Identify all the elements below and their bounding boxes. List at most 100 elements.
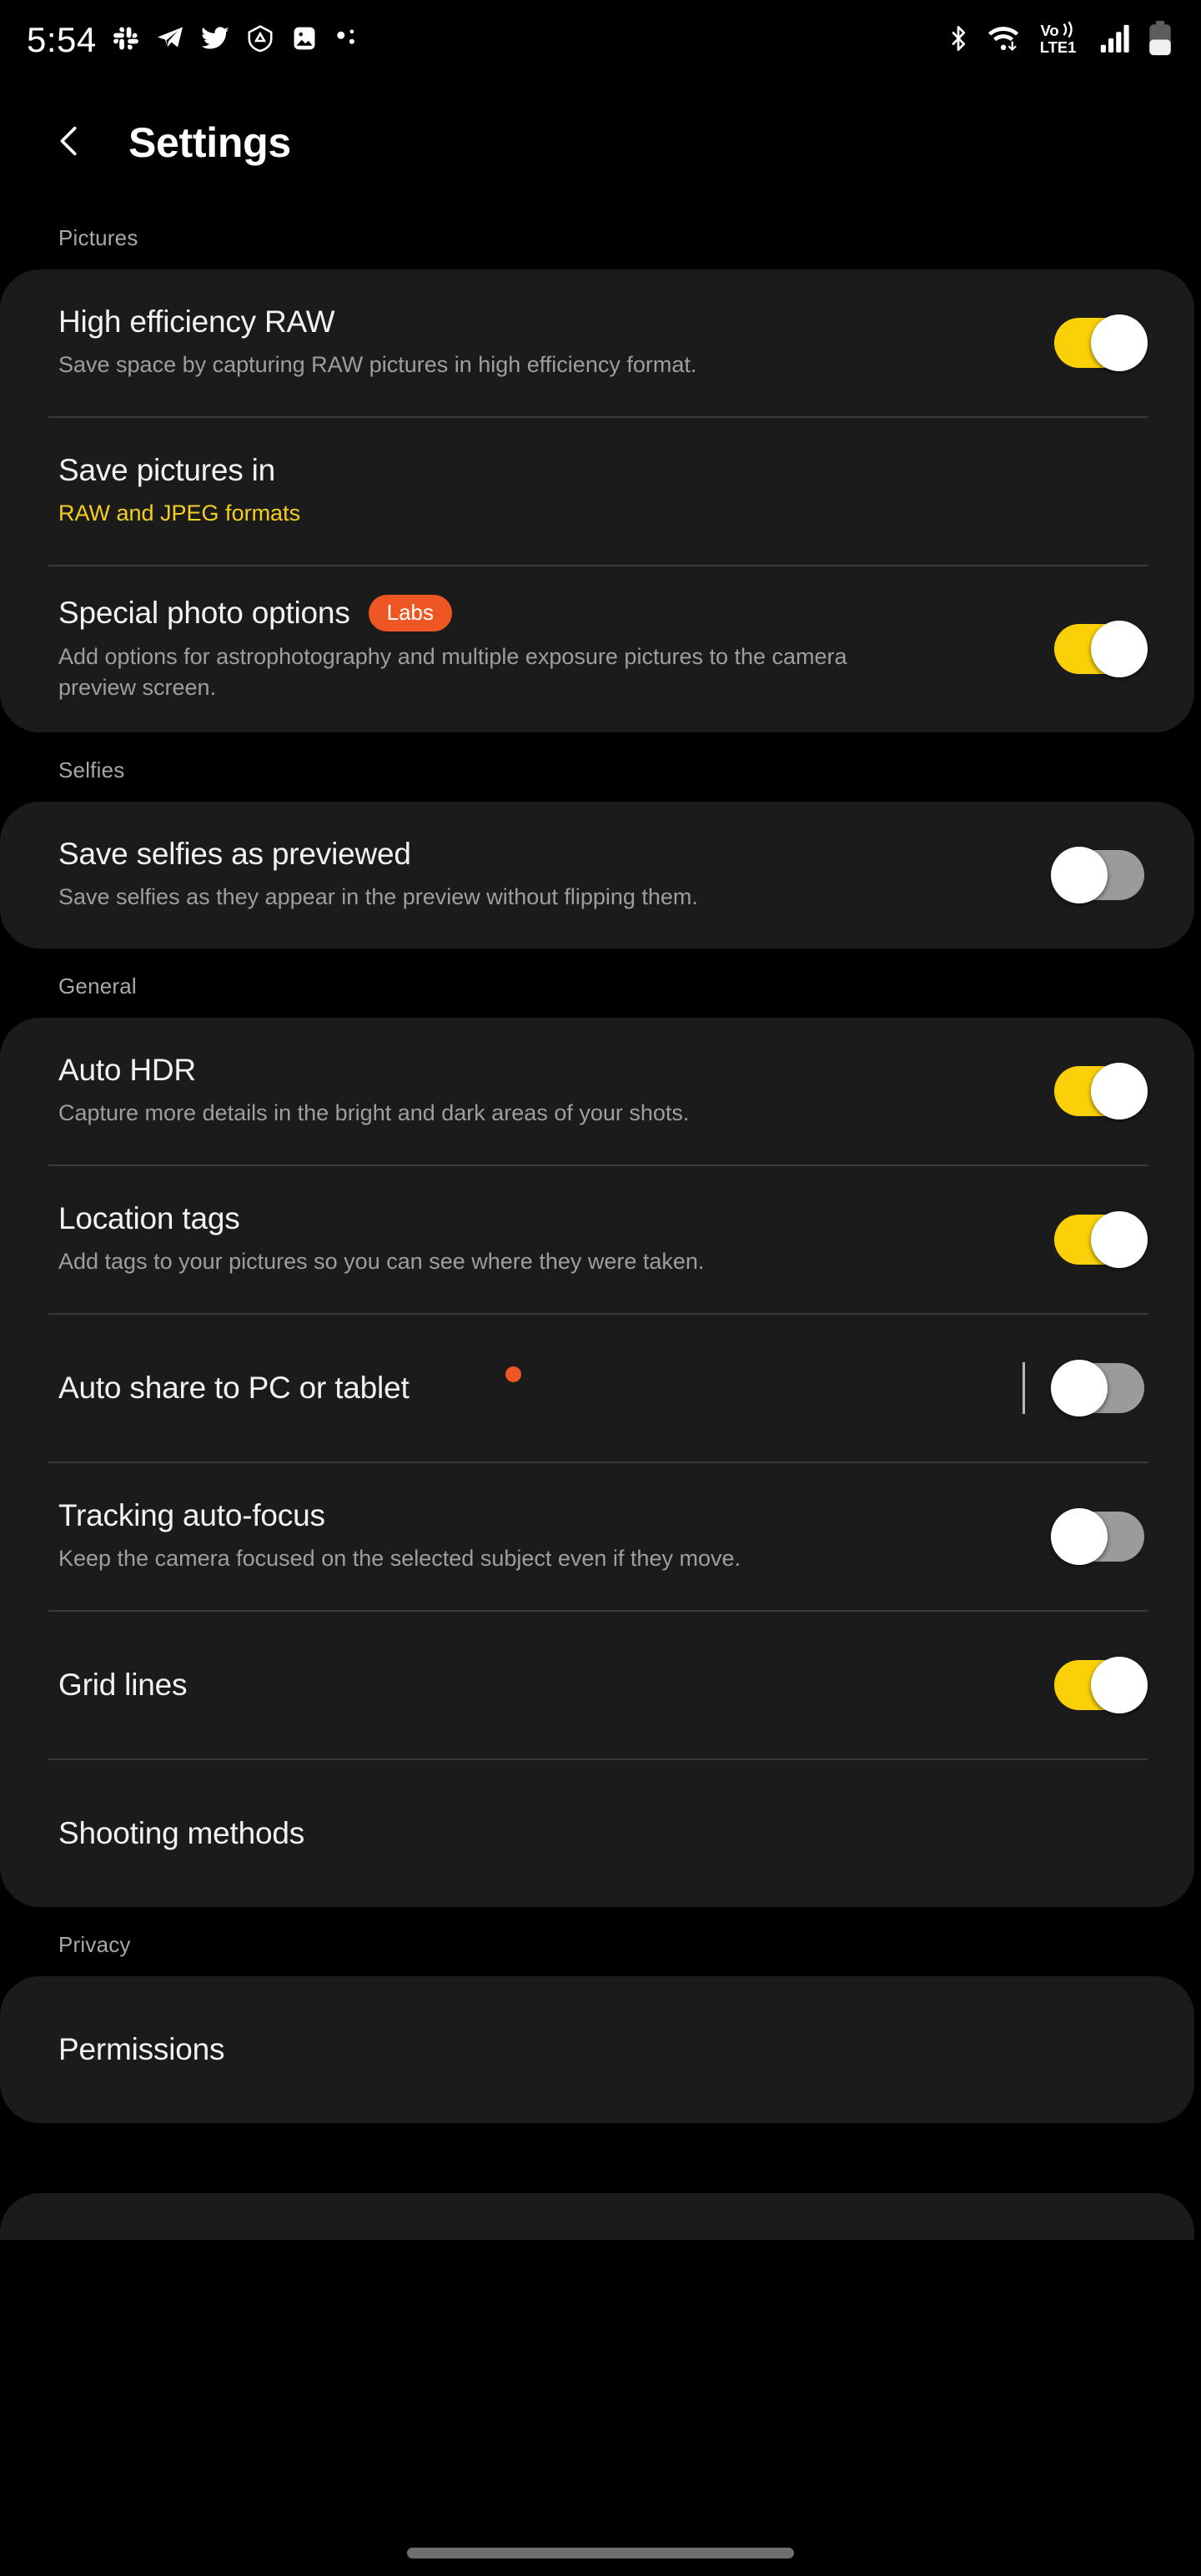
row-title: Location tags — [58, 1200, 240, 1235]
toggle-knob — [1091, 621, 1148, 678]
settings-card-privacy: Permissions — [0, 1975, 1194, 2123]
status-bar-left: 5:54 — [27, 23, 359, 58]
row-text: Location tags Add tags to your pictures … — [58, 1173, 1054, 1306]
row-title-line: Permissions — [58, 2032, 1144, 2067]
row-title: Grid lines — [58, 1667, 188, 1702]
row-subtitle: Capture more details in the bright and d… — [58, 1099, 690, 1125]
toggle-auto-hdr[interactable] — [1054, 1062, 1148, 1119]
row-title-line: Special photo options Labs — [58, 595, 1054, 631]
page-title: Settings — [128, 119, 291, 166]
row-title: Shooting methods — [58, 1815, 305, 1850]
row-title-line: Auto HDR — [58, 1053, 1054, 1088]
row-title: Permissions — [58, 2031, 225, 2066]
row-shooting-methods[interactable]: Shooting methods — [0, 1760, 1194, 1907]
section-privacy: Privacy Permissions — [0, 1912, 1201, 2123]
row-text: Save selfies as previewed Save selfies a… — [58, 808, 1054, 941]
section-label-selfies: Selfies — [58, 757, 125, 782]
row-text: High efficiency RAW Save space by captur… — [58, 276, 1054, 409]
navigation-gesture-area — [0, 2529, 1201, 2576]
app-header: Settings — [0, 80, 1201, 205]
back-button[interactable] — [47, 120, 92, 165]
row-grid-lines[interactable]: Grid lines — [0, 1612, 1194, 1758]
row-auto-hdr[interactable]: Auto HDR Capture more details in the bri… — [0, 1018, 1194, 1165]
row-text: Auto HDR Capture more details in the bri… — [58, 1024, 1054, 1157]
bluetooth-icon — [944, 23, 972, 58]
toggle-high-efficiency-raw[interactable] — [1054, 314, 1148, 371]
toggle-knob — [1091, 1062, 1148, 1119]
row-title-line: Grid lines — [58, 1668, 1054, 1703]
settings-card-next-peek — [0, 2192, 1194, 2240]
status-bar-right: Vo LTE1 — [944, 20, 1173, 60]
gesture-handle[interactable] — [407, 2547, 794, 2558]
gallery-icon — [290, 24, 319, 57]
toggle-knob — [1051, 1359, 1108, 1416]
toggle-location-tags[interactable] — [1054, 1210, 1148, 1268]
row-title: Special photo options — [58, 596, 350, 630]
telegram-icon — [155, 23, 185, 58]
section-selfies: Selfies Save selfies as previewed Save s… — [0, 737, 1201, 948]
row-text: Special photo options Labs Add options f… — [58, 566, 1054, 732]
section-label-pictures: Pictures — [58, 225, 138, 250]
section-label-general: General — [58, 973, 137, 999]
row-text: Shooting methods — [58, 1788, 1144, 1879]
row-save-pictures-in[interactable]: Save pictures in RAW and JPEG formats — [0, 418, 1194, 565]
row-title: Save selfies as previewed — [58, 836, 411, 871]
wifi-icon — [987, 23, 1025, 58]
new-badge-dot-icon — [505, 1366, 521, 1382]
row-title-line: Tracking auto-focus — [58, 1498, 1054, 1533]
row-location-tags[interactable]: Location tags Add tags to your pictures … — [0, 1166, 1194, 1313]
row-title: High efficiency RAW — [58, 304, 335, 340]
row-text: Auto share to PC or tablet — [58, 1342, 1023, 1434]
row-subtitle: Add tags to your pictures so you can see… — [58, 1248, 705, 1274]
toggle-save-selfies-as-previewed[interactable] — [1051, 846, 1144, 903]
row-high-efficiency-raw[interactable]: High efficiency RAW Save space by captur… — [0, 269, 1194, 416]
toggle-separator — [1023, 1361, 1025, 1414]
row-title-line: Auto share to PC or tablet — [58, 1371, 1023, 1406]
adguard-icon — [245, 23, 275, 58]
row-subtitle-value: RAW and JPEG formats — [58, 501, 301, 526]
bluetooth-share-icon — [334, 26, 359, 55]
row-text: Permissions — [58, 2004, 1144, 2096]
toggle-knob — [1051, 846, 1108, 903]
row-text: Tracking auto-focus Keep the camera focu… — [58, 1470, 1054, 1602]
signal-icon — [1100, 23, 1133, 58]
toggle-knob — [1091, 314, 1148, 371]
row-save-selfies-as-previewed[interactable]: Save selfies as previewed Save selfies a… — [0, 802, 1194, 948]
toggle-special-photo-options[interactable] — [1054, 621, 1148, 678]
section-label-privacy: Privacy — [58, 1931, 131, 1957]
settings-card-pictures: High efficiency RAW Save space by captur… — [0, 269, 1194, 732]
row-subtitle: Save space by capturing RAW pictures in … — [58, 352, 697, 378]
row-title-line: Shooting methods — [58, 1816, 1144, 1851]
row-auto-share-to-pc-or-tablet[interactable]: Auto share to PC or tablet — [0, 1315, 1194, 1462]
chevron-left-icon — [50, 122, 88, 164]
row-title-line: High efficiency RAW — [58, 304, 1054, 340]
row-tracking-auto-focus[interactable]: Tracking auto-focus Keep the camera focu… — [0, 1463, 1194, 1610]
toggle-knob — [1091, 1210, 1148, 1268]
row-title: Auto share to PC or tablet — [58, 1370, 410, 1405]
row-title: Auto HDR — [58, 1052, 196, 1087]
twitter-icon — [200, 23, 230, 58]
row-subtitle: Add options for astrophotography and mul… — [58, 644, 847, 701]
row-permissions[interactable]: Permissions — [0, 1976, 1194, 2123]
row-title-line: Location tags — [58, 1201, 1054, 1236]
row-text: Grid lines — [58, 1639, 1054, 1731]
battery-icon — [1148, 20, 1173, 60]
svg-text:LTE1: LTE1 — [1040, 38, 1077, 55]
row-title: Tracking auto-focus — [58, 1497, 325, 1532]
toggle-knob — [1051, 1507, 1108, 1565]
toggle-knob — [1091, 1656, 1148, 1713]
toggle-grid-lines[interactable] — [1054, 1656, 1148, 1713]
svg-text:Vo: Vo — [1040, 22, 1058, 39]
settings-card-general: Auto HDR Capture more details in the bri… — [0, 1017, 1194, 1907]
labs-badge: Labs — [368, 595, 453, 631]
row-subtitle: Save selfies as they appear in the previ… — [58, 883, 698, 909]
row-subtitle: Keep the camera focused on the selected … — [58, 1545, 741, 1571]
row-title-line: Save pictures in — [58, 453, 1144, 488]
status-time: 5:54 — [27, 20, 97, 59]
slack-icon — [112, 24, 140, 57]
toggle-auto-share-to-pc-or-tablet[interactable] — [1051, 1359, 1144, 1416]
toggle-tracking-auto-focus[interactable] — [1051, 1507, 1144, 1565]
section-pictures: Pictures High efficiency RAW Save space … — [0, 205, 1201, 732]
volte-icon: Vo LTE1 — [1039, 21, 1086, 60]
row-special-photo-options[interactable]: Special photo options Labs Add options f… — [0, 566, 1194, 732]
